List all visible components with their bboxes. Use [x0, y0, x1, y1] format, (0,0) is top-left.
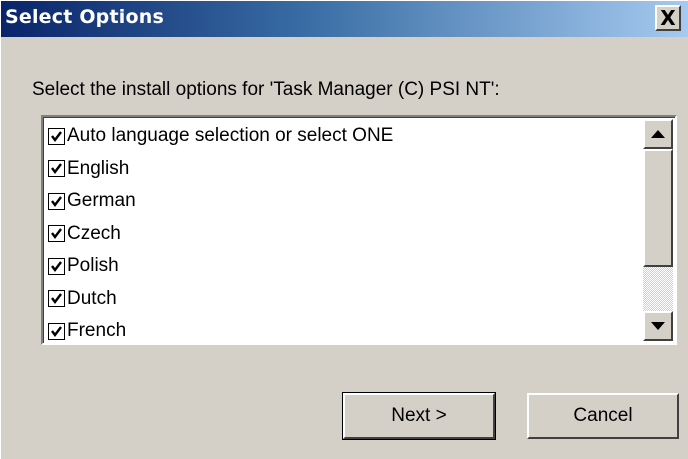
scroll-up-button[interactable]	[643, 119, 673, 149]
close-icon: X	[660, 6, 676, 30]
options-listbox[interactable]: Auto language selection or select ONE Eng…	[41, 115, 677, 345]
option-item[interactable]: Dutch	[48, 283, 393, 316]
option-label: German	[67, 190, 136, 212]
option-item[interactable]: French	[48, 315, 393, 348]
window-title: Select Options	[5, 6, 164, 28]
checkmark-icon	[51, 228, 62, 240]
checkmark-icon	[51, 131, 62, 142]
option-checkbox[interactable]	[48, 290, 65, 308]
option-checkbox[interactable]	[48, 257, 65, 275]
option-item[interactable]: German	[48, 185, 393, 218]
option-label: Auto language selection or select ONE	[67, 125, 394, 147]
option-item[interactable]: English	[48, 153, 393, 186]
option-item[interactable]: Polish	[48, 250, 393, 283]
close-button[interactable]: X	[655, 5, 681, 31]
vertical-scrollbar[interactable]	[643, 119, 673, 341]
option-checkbox[interactable]	[48, 192, 65, 210]
arrow-down-icon	[651, 322, 665, 330]
checkmark-icon	[51, 326, 62, 337]
title-bar[interactable]: Select Options X	[1, 1, 688, 37]
install-options-prompt: Select the install options for 'Task Man…	[32, 79, 500, 100]
options-list: Auto language selection or select ONE Eng…	[48, 120, 393, 348]
option-checkbox[interactable]	[48, 225, 65, 243]
option-checkbox[interactable]	[48, 127, 65, 145]
checkmark-icon	[51, 163, 62, 175]
checkmark-icon	[51, 293, 62, 305]
checkmark-icon	[51, 196, 62, 207]
option-label: Polish	[67, 255, 119, 277]
option-checkbox[interactable]	[48, 322, 65, 340]
scroll-thumb[interactable]	[643, 149, 673, 267]
cancel-button[interactable]: Cancel	[527, 393, 679, 439]
option-item[interactable]: Czech	[48, 218, 393, 251]
checkmark-icon	[51, 261, 62, 272]
option-label: English	[67, 157, 130, 179]
option-checkbox[interactable]	[48, 160, 65, 178]
option-label: Dutch	[67, 287, 117, 309]
scroll-down-button[interactable]	[643, 311, 673, 341]
option-label: Czech	[67, 222, 121, 244]
arrow-up-icon	[651, 130, 665, 138]
option-item[interactable]: Auto language selection or select ONE	[48, 120, 393, 153]
next-button[interactable]: Next >	[342, 392, 496, 440]
select-options-dialog: Select Options X Select the install opti…	[0, 0, 688, 459]
option-label: French	[67, 320, 127, 342]
